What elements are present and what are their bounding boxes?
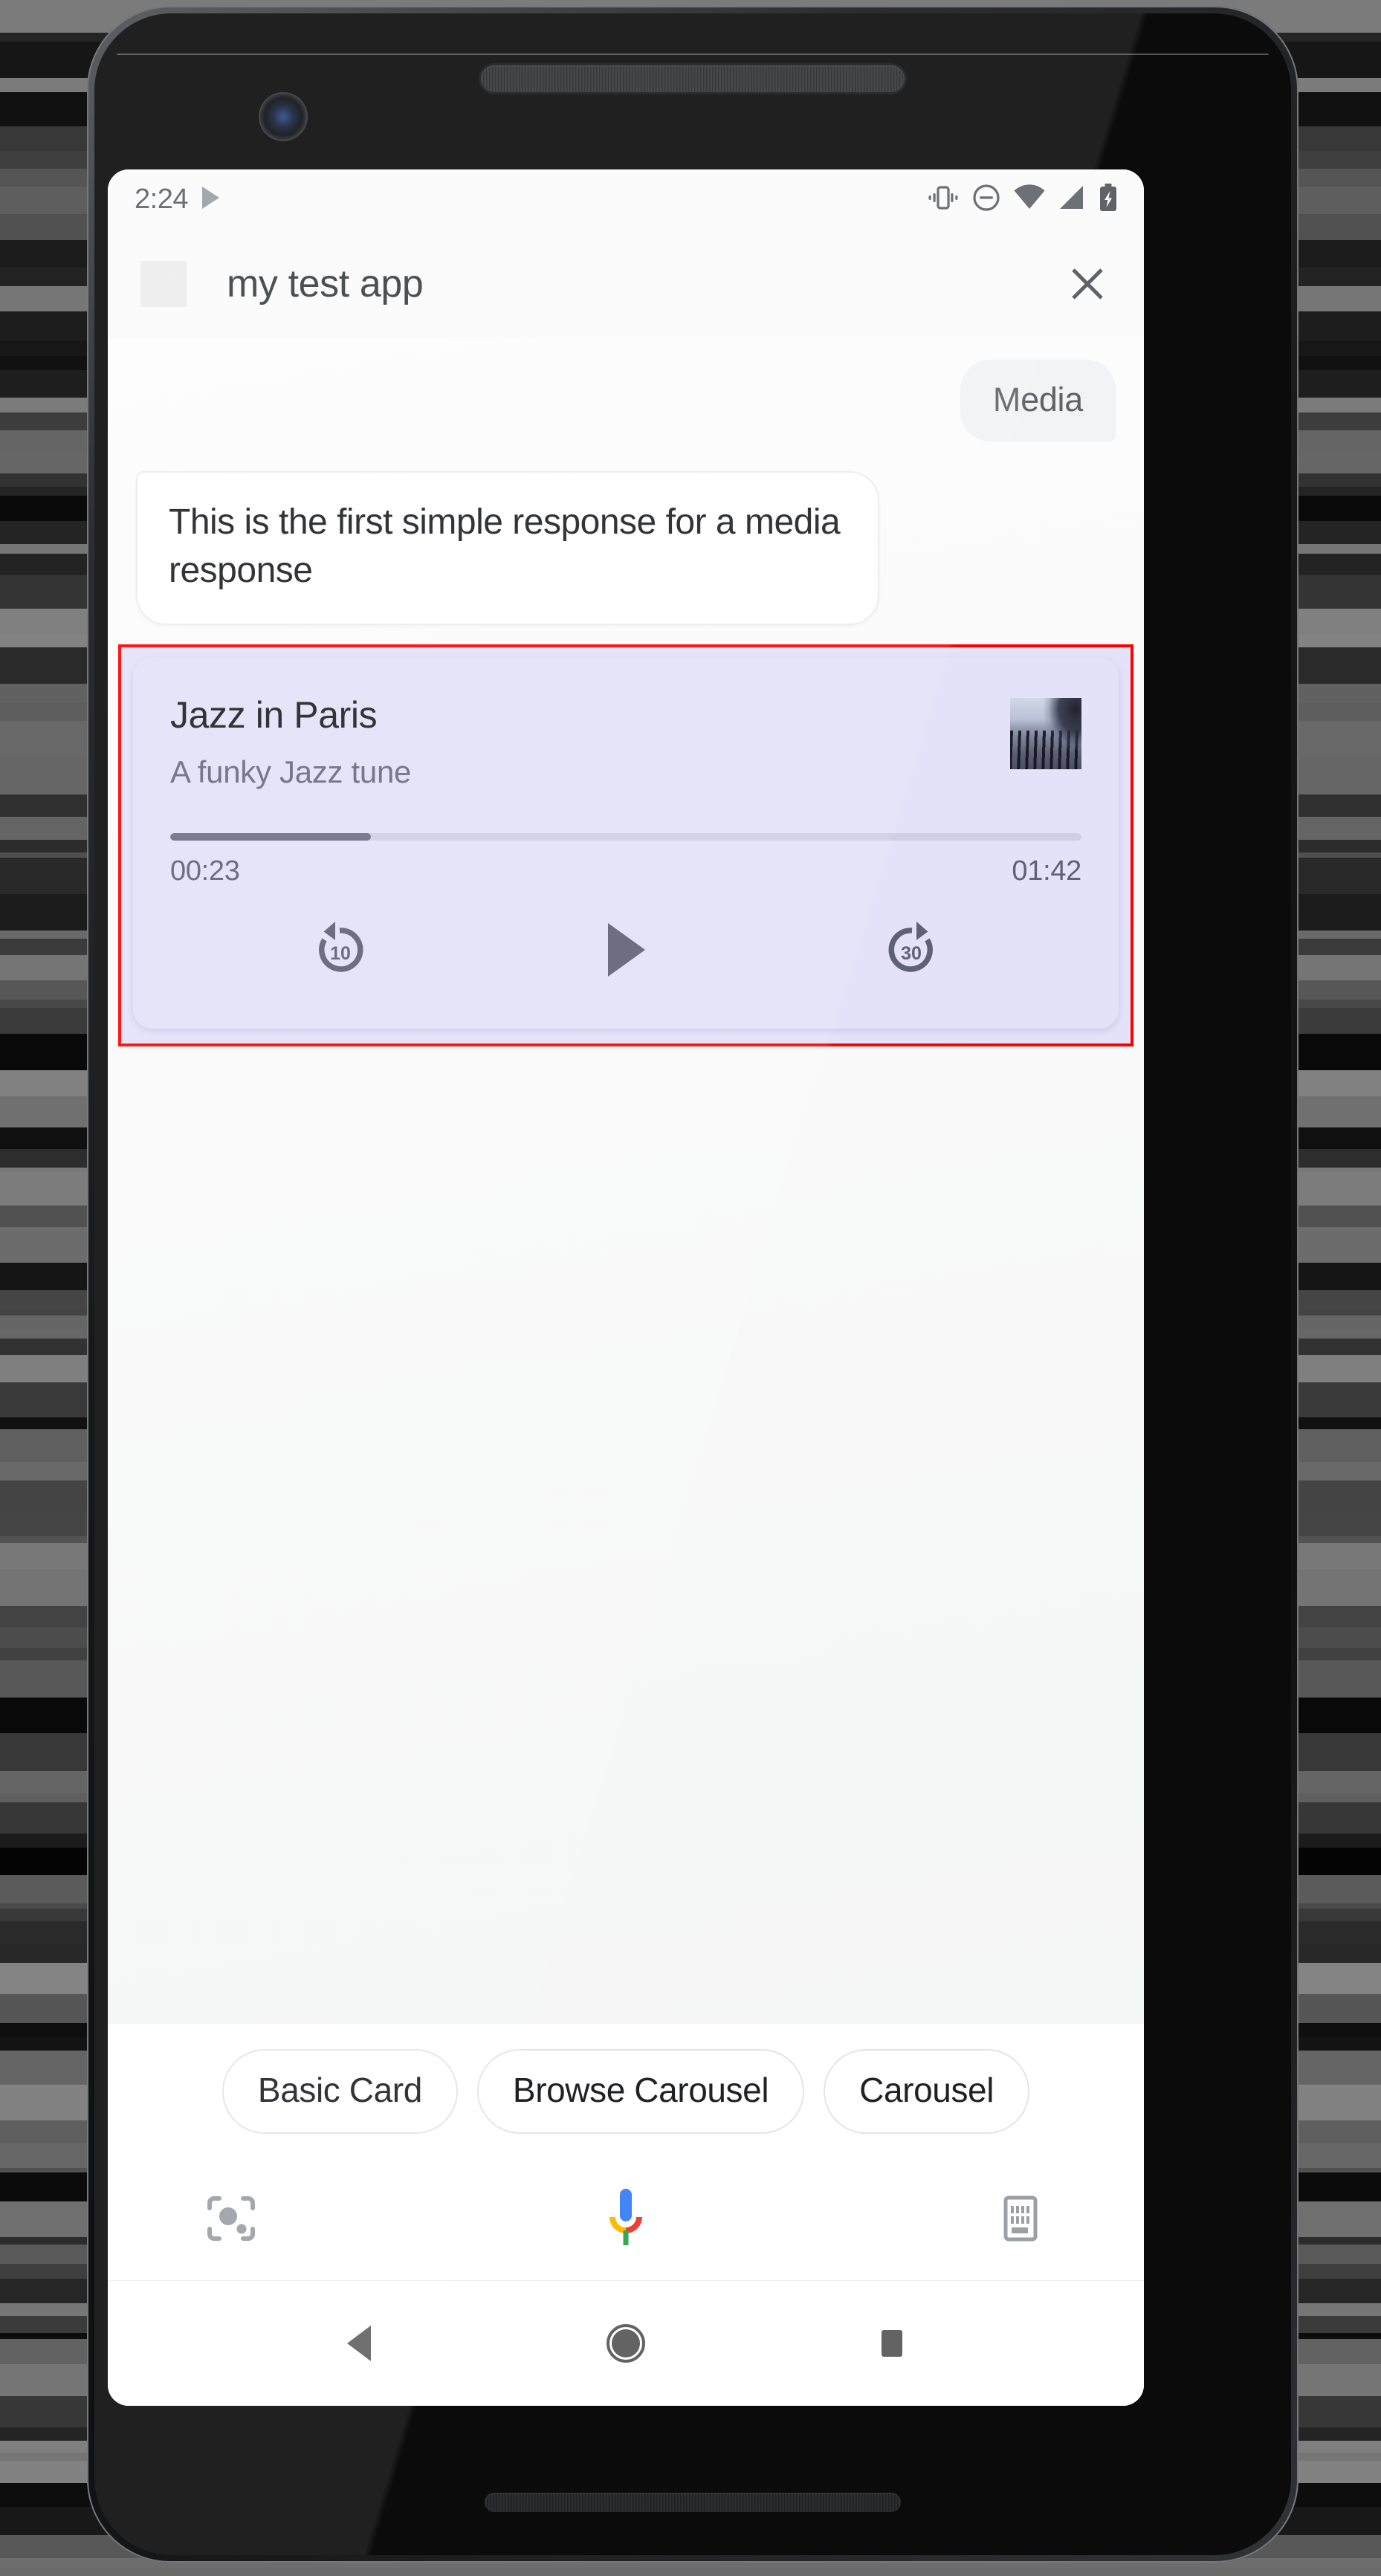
bottom-speaker-grille: [485, 2493, 901, 2512]
media-time-row: 00:23 01:42: [170, 855, 1081, 887]
recents-square-icon[interactable]: [851, 2302, 933, 2384]
back-triangle-icon[interactable]: [319, 2302, 401, 2384]
user-message-bubble: Media: [960, 360, 1116, 441]
conversation-area: Media This is the first simple response …: [108, 339, 1144, 2023]
suggestion-chips-bar: Basic Card Browse Carousel Carousel: [108, 2023, 1144, 2156]
battery-charging-icon: [1098, 183, 1119, 216]
google-lens-icon[interactable]: [195, 2183, 267, 2254]
suggestion-chip-browse-carousel[interactable]: Browse Carousel: [477, 2049, 804, 2134]
keyboard-icon[interactable]: [985, 2183, 1056, 2254]
svg-text:30: 30: [901, 943, 922, 964]
total-time: 01:42: [1012, 855, 1081, 887]
assistant-mic-icon[interactable]: [590, 2183, 662, 2254]
phone-screen: 2:24: [108, 169, 1144, 2406]
home-circle-icon[interactable]: [585, 2302, 667, 2384]
media-controls-row: 10: [170, 905, 1081, 994]
page-title: my test app: [227, 262, 423, 306]
svg-text:10: 10: [330, 943, 351, 964]
media-thumbnail-image: [1010, 698, 1081, 769]
elapsed-time: 00:23: [170, 855, 240, 887]
close-button[interactable]: [1061, 257, 1114, 311]
suggestion-chip-basic-card[interactable]: Basic Card: [222, 2049, 458, 2134]
earpiece-speaker: [481, 65, 905, 92]
assistant-response-text: This is the first simple response for a …: [169, 498, 847, 595]
android-nav-bar: [108, 2281, 1144, 2406]
user-message-row: Media: [108, 339, 1144, 441]
forward-30-icon[interactable]: 30: [867, 905, 957, 994]
front-camera: [260, 94, 306, 140]
do-not-disturb-icon: [971, 183, 1001, 216]
phone-device-frame: 2:24: [87, 6, 1298, 2563]
replay-10-icon[interactable]: 10: [295, 905, 384, 994]
play-icon[interactable]: [581, 905, 670, 994]
progress-track: [170, 833, 1081, 841]
media-card-header: Jazz in Paris A funky Jazz tune: [170, 693, 1081, 790]
media-subtitle: A funky Jazz tune: [170, 754, 1010, 790]
assistant-input-bar: [108, 2156, 1144, 2281]
assistant-response-bubble: This is the first simple response for a …: [136, 471, 879, 625]
play-arrow-icon: [200, 185, 222, 214]
status-clock: 2:24: [135, 184, 188, 216]
media-title: Jazz in Paris: [170, 693, 1010, 737]
wifi-icon: [1013, 184, 1046, 215]
bezel-highlight-line: [117, 54, 1269, 55]
cell-signal-icon: [1058, 184, 1086, 215]
app-placeholder-icon: [140, 261, 187, 307]
suggestion-chip-carousel[interactable]: Carousel: [824, 2049, 1029, 2134]
media-progress-bar[interactable]: 00:23 01:42: [170, 833, 1081, 887]
progress-fill: [170, 833, 371, 841]
vibrate-icon: [927, 183, 960, 216]
assistant-response-row: This is the first simple response for a …: [108, 441, 1144, 625]
status-bar: 2:24: [108, 169, 1144, 229]
media-card-annotation-highlight: Jazz in Paris A funky Jazz tune 00:23: [118, 644, 1133, 1046]
media-player-card[interactable]: Jazz in Paris A funky Jazz tune 00:23: [133, 658, 1119, 1029]
app-header: my test app: [108, 229, 1144, 339]
